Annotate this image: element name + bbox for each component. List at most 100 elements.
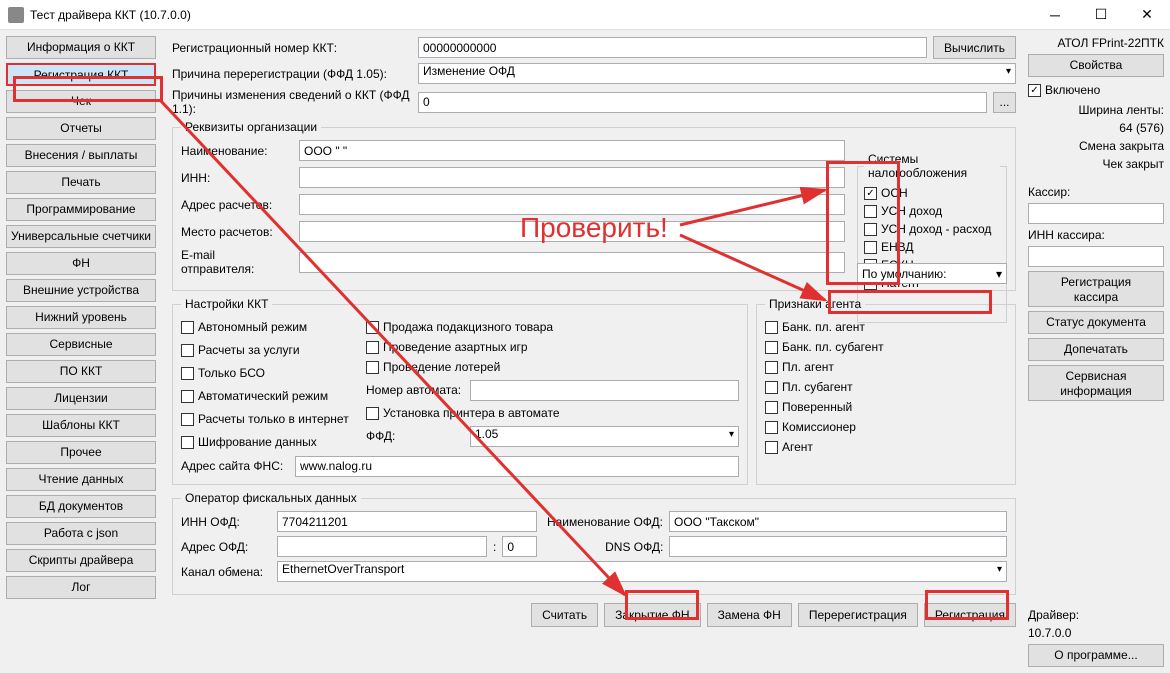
ofd-addr-input[interactable] [277, 536, 487, 557]
kkt-label: Расчеты за услуги [198, 343, 300, 357]
kkt-checkbox[interactable] [366, 361, 379, 374]
kkt-checkbox[interactable] [181, 344, 194, 357]
kkt-checkbox[interactable] [366, 321, 379, 334]
nav-нижний-уровень[interactable]: Нижний уровень [6, 306, 156, 329]
nav-лицензии[interactable]: Лицензии [6, 387, 156, 410]
ofd-dns-input[interactable] [669, 536, 1007, 557]
kkt-checkbox[interactable] [181, 390, 194, 403]
nav-печать[interactable]: Печать [6, 171, 156, 194]
agent-checkbox[interactable] [765, 341, 778, 354]
action-считать[interactable]: Считать [531, 603, 598, 627]
org-addr-input[interactable] [299, 194, 845, 215]
reg-num-input[interactable] [418, 37, 927, 58]
doc-status-button[interactable]: Статус документа [1028, 311, 1164, 334]
kkt-label: Автоматический режим [198, 389, 328, 403]
ffd-select[interactable]: 1.05 [470, 426, 739, 447]
nav-бд-документов[interactable]: БД документов [6, 495, 156, 518]
titlebar: Тест драйвера ККТ (10.7.0.0) ─ ☐ ✕ [0, 0, 1170, 30]
nav-скрипты-драйвера[interactable]: Скрипты драйвера [6, 549, 156, 572]
nav-работа-с-json[interactable]: Работа с json [6, 522, 156, 545]
action-закрытие-фн[interactable]: Закрытие ФН [604, 603, 700, 627]
ofd-legend: Оператор фискальных данных [181, 491, 361, 505]
cashier-inn-input[interactable] [1028, 246, 1164, 267]
agent-legend: Признаки агента [765, 297, 865, 311]
tax-checkbox[interactable] [864, 241, 877, 254]
service-info-button[interactable]: Сервисная информация [1028, 365, 1164, 401]
kkt-checkbox[interactable] [181, 436, 194, 449]
automat-input[interactable] [470, 380, 739, 401]
nav-лог[interactable]: Лог [6, 576, 156, 599]
kkt-checkbox[interactable] [181, 367, 194, 380]
calc-button[interactable]: Вычислить [933, 36, 1016, 59]
agent-checkbox[interactable] [765, 361, 778, 374]
default-tax-select[interactable]: По умолчанию: [857, 263, 1007, 284]
about-button[interactable]: О программе... [1028, 644, 1164, 667]
nav-отчеты[interactable]: Отчеты [6, 117, 156, 140]
nav-универсальные-счетчики[interactable]: Универсальные счетчики [6, 225, 156, 248]
close-button[interactable]: ✕ [1124, 0, 1170, 30]
ffd-label: ФФД: [366, 429, 466, 443]
agent-checkbox[interactable] [765, 381, 778, 394]
agent-checkbox[interactable] [765, 421, 778, 434]
kkt-label: Проведение азартных игр [383, 340, 528, 354]
ofd-addr-label: Адрес ОФД: [181, 540, 271, 554]
printer-checkbox[interactable] [366, 407, 379, 420]
nav-внесения-выплаты[interactable]: Внесения / выплаты [6, 144, 156, 167]
tax-label: ЕНВД [881, 240, 914, 254]
change-reason-more[interactable]: ... [993, 92, 1016, 113]
tax-checkbox[interactable] [864, 205, 877, 218]
tax-checkbox[interactable] [864, 223, 877, 236]
action-замена-фн[interactable]: Замена ФН [707, 603, 792, 627]
reg-cashier-button[interactable]: Регистрация кассира [1028, 271, 1164, 307]
nav-программирование[interactable]: Программирование [6, 198, 156, 221]
props-button[interactable]: Свойства [1028, 54, 1164, 77]
agent-checkbox[interactable] [765, 321, 778, 334]
agent-fieldset: Признаки агента Банк. пл. агентБанк. пл.… [756, 297, 1016, 485]
rereg-reason-select[interactable]: Изменение ОФД [418, 63, 1016, 84]
tax-label: УСН доход - расход [881, 222, 991, 236]
enabled-checkbox[interactable] [1028, 84, 1041, 97]
tax-checkbox[interactable] [864, 187, 877, 200]
minimize-button[interactable]: ─ [1032, 0, 1078, 30]
nav-фн[interactable]: ФН [6, 252, 156, 275]
org-place-label: Место расчетов: [181, 225, 291, 239]
action-перерегистрация[interactable]: Перерегистрация [798, 603, 918, 627]
nav-информация-о-ккт[interactable]: Информация о ККТ [6, 36, 156, 59]
cashier-input[interactable] [1028, 203, 1164, 224]
agent-label: Пл. субагент [782, 380, 853, 394]
center-panel: Регистрационный номер ККТ: Вычислить При… [162, 30, 1022, 673]
ofd-inn-input[interactable] [277, 511, 537, 532]
nav-чтение-данных[interactable]: Чтение данных [6, 468, 156, 491]
fns-input[interactable] [295, 456, 739, 477]
cashier-inn-label: ИНН кассира: [1028, 228, 1164, 242]
kkt-fieldset: Настройки ККТ Автономный режимРасчеты за… [172, 297, 748, 485]
nav-чек[interactable]: Чек [6, 90, 156, 113]
change-reason-input[interactable] [418, 92, 987, 113]
nav-прочее[interactable]: Прочее [6, 441, 156, 464]
ofd-name-input[interactable] [669, 511, 1007, 532]
kkt-checkbox[interactable] [181, 413, 194, 426]
ofd-channel-select[interactable]: EthernetOverTransport [277, 561, 1007, 582]
nav-регистрация-ккт[interactable]: Регистрация ККТ [6, 63, 156, 86]
reg-num-label: Регистрационный номер ККТ: [172, 41, 412, 55]
maximize-button[interactable]: ☐ [1078, 0, 1124, 30]
nav-сервисные[interactable]: Сервисные [6, 333, 156, 356]
nav-внешние-устройства[interactable]: Внешние устройства [6, 279, 156, 302]
reprint-button[interactable]: Допечатать [1028, 338, 1164, 361]
org-email-input[interactable] [299, 252, 845, 273]
org-name-input[interactable] [299, 140, 845, 161]
driver-version: 10.7.0.0 [1028, 626, 1164, 640]
org-inn-input[interactable] [299, 167, 845, 188]
nav-по-ккт[interactable]: ПО ККТ [6, 360, 156, 383]
kkt-checkbox[interactable] [181, 321, 194, 334]
agent-checkbox[interactable] [765, 401, 778, 414]
ofd-port-input[interactable] [502, 536, 537, 557]
kkt-checkbox[interactable] [366, 341, 379, 354]
app-icon [8, 7, 24, 23]
nav-шаблоны-ккт[interactable]: Шаблоны ККТ [6, 414, 156, 437]
agent-checkbox[interactable] [765, 441, 778, 454]
kkt-label: Проведение лотерей [383, 360, 500, 374]
org-place-input[interactable] [299, 221, 845, 242]
action-регистрация[interactable]: Регистрация [924, 603, 1016, 627]
driver-label: Драйвер: [1028, 608, 1164, 622]
